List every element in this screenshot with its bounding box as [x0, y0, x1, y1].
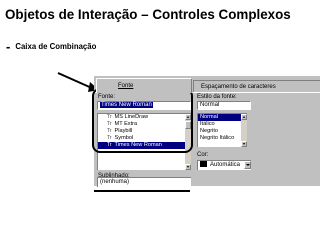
- underline-value: (nenhuma): [100, 179, 130, 185]
- list-item[interactable]: Itálico: [198, 121, 247, 128]
- color-combobox[interactable]: Automática: [197, 160, 251, 170]
- highlight-box: [92, 88, 193, 153]
- font-style-input[interactable]: Normal: [197, 101, 251, 110]
- color-swatch: [200, 161, 207, 168]
- highlight-underline: [94, 190, 190, 192]
- list-item[interactable]: Negrito: [198, 128, 247, 135]
- font-style-label: Estilo da fonte:: [197, 94, 237, 100]
- slide-title: Objetos de Interação – Controles Complex…: [5, 7, 291, 22]
- color-label: Cor:: [197, 152, 209, 158]
- scroll-down-icon[interactable]: [185, 164, 191, 170]
- scroll-up-icon[interactable]: [241, 114, 247, 120]
- slide-subtitle: - Caixa de Combinação: [6, 39, 96, 54]
- bullet-dash: -: [6, 39, 11, 54]
- style-list-scrollbar[interactable]: [241, 114, 247, 147]
- chevron-down-icon[interactable]: [244, 161, 251, 169]
- underline-combobox[interactable]: (nenhuma): [97, 177, 191, 187]
- list-item-selected[interactable]: Normal: [198, 114, 247, 121]
- font-style-listbox[interactable]: Normal Itálico Negrito Negrito Itálico: [197, 113, 247, 147]
- tab-font[interactable]: Fonte: [96, 78, 192, 93]
- color-value: Automática: [210, 162, 241, 168]
- list-item[interactable]: Negrito Itálico: [198, 135, 247, 142]
- subtitle-text: Caixa de Combinação: [15, 42, 97, 51]
- scroll-down-icon[interactable]: [241, 141, 247, 147]
